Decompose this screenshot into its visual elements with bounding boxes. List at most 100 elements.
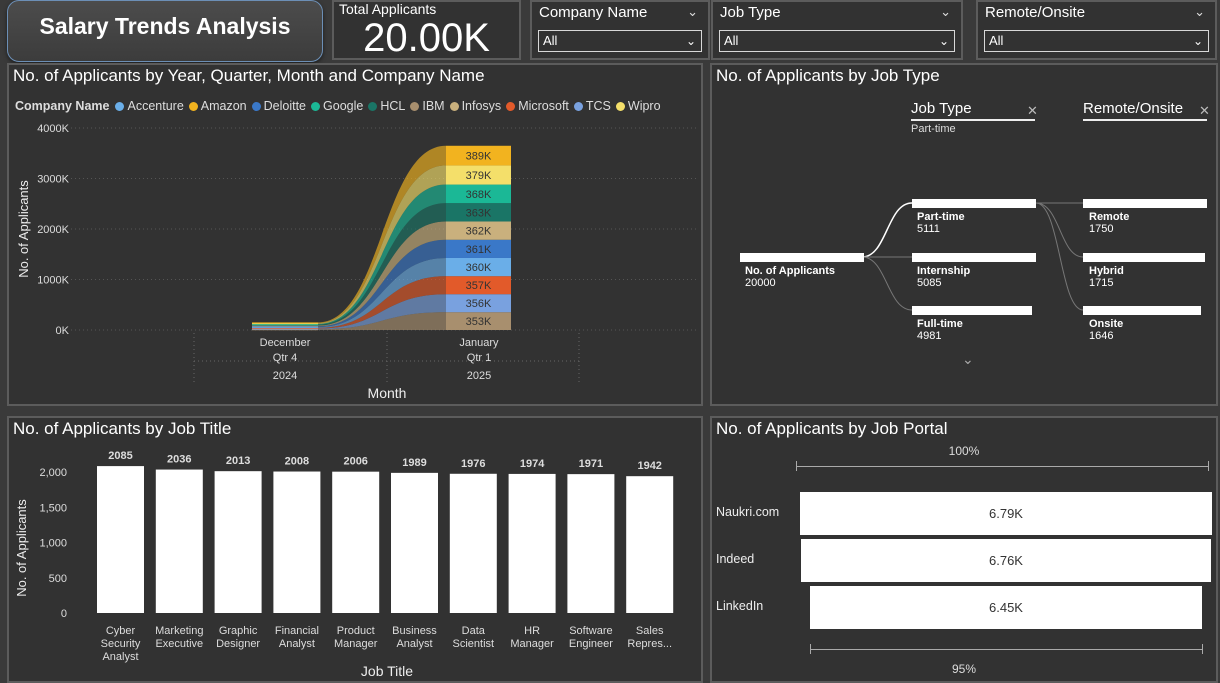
report-title-button[interactable]: Salary Trends Analysis	[7, 0, 323, 62]
x-tick-label: HR	[524, 625, 540, 637]
tree-node-internship[interactable]: Internship 5085	[917, 265, 970, 289]
tree-node-onsite[interactable]: Onsite 1646	[1089, 318, 1123, 342]
tree-node-remote[interactable]: Remote 1750	[1089, 211, 1129, 235]
data-label: 357K	[466, 280, 492, 292]
tree-node-part-time[interactable]: Part-time 5111	[917, 211, 965, 235]
y-tick-label: 1,000	[39, 538, 67, 550]
x-quarter-label: Qtr 4	[273, 352, 297, 364]
x-tick-label: Software	[569, 625, 612, 637]
tree-node-bar[interactable]	[912, 306, 1032, 315]
x-month-label: January	[459, 337, 499, 349]
bar[interactable]	[449, 473, 497, 613]
job-type-dropdown[interactable]: All ⌄	[719, 30, 955, 52]
data-label: 2006	[343, 456, 367, 468]
data-label: 2013	[226, 455, 250, 467]
x-tick-label: Security	[101, 638, 141, 650]
x-tick-label: Analyst	[279, 638, 315, 650]
data-label: 362K	[466, 226, 492, 238]
x-tick-label: Marketing	[155, 625, 203, 637]
bar[interactable]	[567, 474, 615, 613]
y-tick-label: 3000K	[37, 174, 69, 186]
bar[interactable]	[391, 472, 438, 613]
dropdown-value: All	[724, 33, 739, 48]
slicer-title: Company Name	[539, 4, 648, 21]
bar[interactable]	[508, 473, 556, 613]
x-tick-label: Sales	[636, 625, 664, 637]
tree-node-bar[interactable]	[912, 253, 1036, 262]
x-tick-label: Manager	[510, 638, 554, 650]
slicer-title: Remote/Onsite	[985, 4, 1086, 21]
portal-bar[interactable]: 6.76K	[800, 539, 1212, 582]
data-label: 361K	[466, 244, 492, 256]
x-tick-label: Analyst	[102, 651, 138, 663]
data-label: 1942	[637, 460, 661, 472]
bar[interactable]	[97, 466, 144, 613]
chevron-down-icon[interactable]: ⌄	[687, 4, 698, 20]
tree-node-full-time[interactable]: Full-time 4981	[917, 318, 963, 342]
bottom-percent-label: 95%	[951, 662, 977, 676]
y-tick-label: 0K	[56, 325, 70, 337]
bar[interactable]	[273, 471, 321, 613]
data-label: 363K	[466, 207, 492, 219]
x-tick-label: Cyber	[106, 625, 136, 637]
bar[interactable]	[332, 471, 380, 613]
portal-category-label: Indeed	[716, 552, 755, 566]
tree-node-bar[interactable]	[1083, 306, 1201, 315]
kpi-label: Total Applicants	[339, 1, 437, 17]
remote-onsite-dropdown[interactable]: All ⌄	[984, 30, 1209, 52]
top-percent-label: 100%	[948, 444, 980, 458]
portal-bar[interactable]: 6.79K	[800, 492, 1212, 535]
tree-node-hybrid[interactable]: Hybrid 1715	[1089, 265, 1124, 289]
range-tick	[1208, 461, 1209, 471]
x-quarter-label: Qtr 1	[467, 352, 491, 364]
job-title-chart-panel[interactable]: No. of Applicants by Job Title 2,000 1,50…	[7, 416, 703, 683]
job-type-slicer: Job Type ⌄ All ⌄	[711, 0, 963, 60]
tree-node-bar[interactable]	[1083, 253, 1205, 262]
portal-bar[interactable]: 6.45K	[810, 586, 1202, 629]
x-tick-label: Scientist	[453, 638, 495, 650]
range-line	[810, 649, 1202, 650]
job-portal-funnel: 100% 6.79K Naukri.com 6.76K Indeed 6.45K Linke…	[712, 418, 1216, 683]
bar[interactable]	[214, 471, 262, 613]
chevron-down-icon: ⌄	[685, 34, 696, 48]
total-applicants-card: Total Applicants 20.00K	[332, 0, 521, 60]
x-year-label: 2025	[467, 370, 491, 382]
remote-onsite-slicer: Remote/Onsite ⌄ All ⌄	[976, 0, 1217, 60]
x-tick-label: Manager	[334, 638, 378, 650]
chevron-down-icon[interactable]: ⌄	[940, 4, 951, 20]
data-label: 379K	[466, 170, 492, 182]
data-label: 1971	[579, 458, 603, 470]
ribbon-chart-panel[interactable]: No. of Applicants by Year, Quarter, Mont…	[7, 63, 703, 406]
chevron-down-icon[interactable]: ⌄	[1194, 4, 1205, 20]
x-tick-label: Product	[337, 625, 375, 637]
y-axis-title: No. of Applicants	[16, 180, 31, 278]
y-tick-label: 1000K	[37, 275, 69, 287]
tree-node-root[interactable]: No. of Applicants 20000	[745, 265, 835, 289]
data-label: 2036	[167, 454, 191, 466]
x-axis-title: Month	[368, 385, 407, 401]
job-portal-chart-panel[interactable]: No. of Applicants by Job Portal 100% 6.79…	[710, 416, 1218, 683]
portal-category-label: Naukri.com	[716, 505, 780, 519]
dropdown-value: All	[989, 33, 1004, 48]
tree-node-bar[interactable]	[740, 253, 864, 262]
tree-node-bar[interactable]	[912, 199, 1036, 208]
tree-node-bar[interactable]	[1083, 199, 1207, 208]
bar[interactable]	[155, 469, 203, 613]
x-axis-title: Job Title	[361, 663, 413, 679]
job-type-tree-panel[interactable]: No. of Applicants by Job Type Job Type ✕…	[710, 63, 1218, 406]
bar[interactable]	[626, 476, 674, 613]
company-name-dropdown[interactable]: All ⌄	[538, 30, 702, 52]
x-tick-label: Analyst	[396, 638, 432, 650]
chevron-down-icon[interactable]: ⌄	[962, 351, 974, 368]
y-axis-title: No. of Applicants	[14, 499, 29, 597]
column-segment-dec[interactable]	[252, 322, 318, 324]
data-label: 1974	[520, 458, 545, 470]
x-tick-label: Financial	[275, 625, 319, 637]
x-tick-label: Business	[392, 625, 437, 637]
y-tick-label: 1,500	[39, 502, 67, 514]
ribbon-chart: 4000K 3000K 2000K 1000K 0K No. of Applicants 3…	[16, 123, 699, 401]
data-label: 353K	[466, 316, 492, 328]
report-title: Salary Trends Analysis	[39, 13, 291, 39]
chevron-down-icon: ⌄	[1192, 34, 1203, 48]
slicer-title: Job Type	[720, 4, 781, 21]
